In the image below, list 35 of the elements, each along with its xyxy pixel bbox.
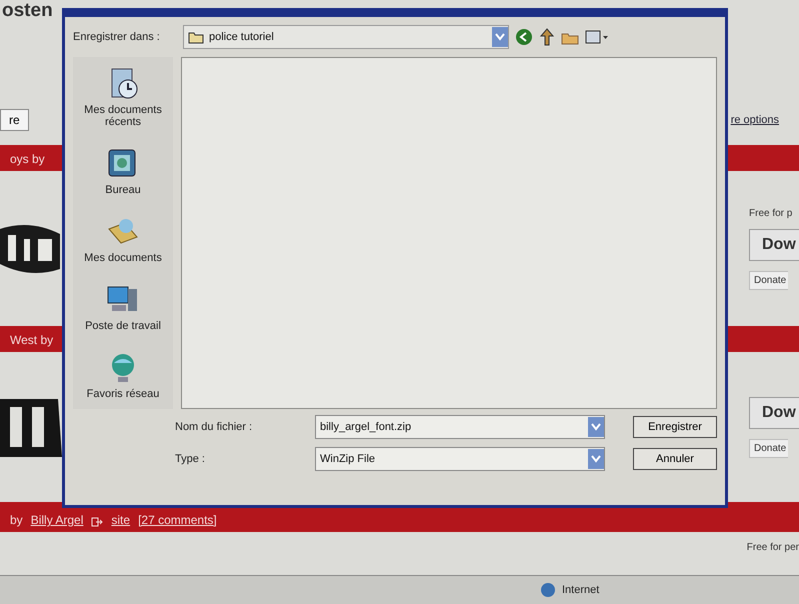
folder-combo[interactable]: police tutoriel [183, 25, 509, 49]
band-title: West by [10, 333, 54, 347]
place-label[interactable]: Poste de travail [85, 320, 161, 332]
donate-button[interactable]: Donate [749, 270, 788, 290]
download-button[interactable]: Dow [749, 396, 799, 428]
site-link[interactable]: site [111, 513, 130, 527]
place-label[interactable]: Mes documents récents [75, 104, 171, 128]
type-label: Type : [175, 453, 206, 465]
save-button[interactable]: Enregistrer [633, 416, 717, 438]
file-name-field[interactable]: billy_argel_font.zip [315, 415, 605, 439]
type-field[interactable]: WinZip File [315, 447, 605, 471]
external-link-icon [91, 517, 104, 527]
cancel-button[interactable]: Annuler [633, 448, 717, 470]
back-icon[interactable] [515, 28, 533, 46]
license-note: Free for per [746, 542, 799, 552]
file-name-label: Nom du fichier : [175, 421, 254, 433]
zone-text: Internet [562, 584, 600, 596]
options-link[interactable]: re options [730, 114, 779, 126]
download-button[interactable]: Dow [749, 228, 799, 260]
save-in-label: Enregistrer dans : [73, 31, 161, 43]
page-title: osten [2, 0, 53, 23]
donate-button[interactable]: Donate [749, 438, 788, 458]
author-link[interactable]: Billy Argel [30, 513, 84, 527]
page-button[interactable]: re [0, 109, 29, 131]
folder-icon [188, 30, 204, 44]
place-label[interactable]: Bureau [105, 184, 141, 196]
band-title: oys by [10, 152, 45, 166]
view-menu-icon[interactable] [585, 29, 609, 45]
up-folder-icon[interactable] [539, 28, 555, 46]
place-label[interactable]: Favoris réseau [86, 388, 160, 400]
license-note: Free for p [749, 208, 792, 218]
globe-icon [540, 582, 556, 598]
band-prefix: by [10, 513, 23, 527]
comments-link[interactable]: [27 comments] [138, 513, 217, 527]
place-label[interactable]: Mes documents [84, 252, 162, 264]
